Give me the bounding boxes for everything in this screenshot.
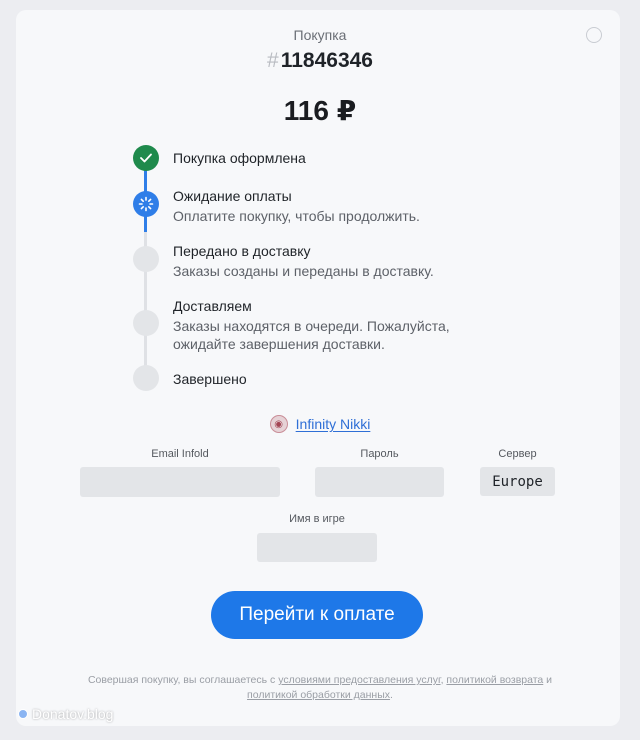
step-title-4: Доставляем	[173, 298, 252, 314]
game-link[interactable]: Infinity Nikki	[296, 416, 371, 432]
watermark-text: Donatov.blog	[32, 706, 114, 722]
ingame-name-field[interactable]	[257, 533, 377, 562]
server-label: Сервер	[498, 448, 537, 460]
watermark: Donatov.blog	[18, 706, 113, 722]
password-label: Пароль	[360, 448, 399, 460]
game-row: ◉ Infinity Nikki	[0, 415, 640, 433]
legal-text: Совершая покупку, вы соглашаетесь с	[87, 674, 279, 686]
pay-button[interactable]: Перейти к оплате	[211, 591, 423, 639]
step-pending-icon	[133, 365, 159, 391]
terms-link[interactable]: условиями предоставления услуг	[278, 674, 440, 686]
email-label: Email Infold	[151, 448, 209, 460]
hash-symbol: #	[267, 49, 279, 72]
legal-text: .	[390, 689, 393, 701]
step-desc-2: Оплатите покупку, чтобы продолжить.	[173, 208, 420, 224]
password-field[interactable]	[315, 467, 444, 497]
order-number: 11846346	[280, 49, 373, 72]
refund-link[interactable]: политикой возврата	[446, 674, 543, 686]
step-title-2: Ожидание оплаты	[173, 188, 292, 204]
step-loading-spinner-icon	[133, 191, 159, 217]
email-field[interactable]	[80, 467, 280, 497]
step-desc-4: Заказы находятся в очереди. Пожалуйста, …	[173, 318, 450, 352]
step-pending-icon	[133, 310, 159, 336]
game-avatar-icon: ◉	[269, 415, 288, 433]
watermark-dot-icon	[18, 709, 28, 719]
order-id: #11846346	[0, 49, 640, 73]
step-title-1: Покупка оформлена	[173, 150, 306, 166]
order-price: 116 ₽	[283, 95, 357, 126]
legal-notice: Совершая покупку, вы соглашаетесь с усло…	[60, 673, 580, 703]
step-desc-3: Заказы созданы и переданы в доставку.	[173, 263, 434, 279]
server-select[interactable]: Europe	[480, 467, 555, 496]
step-title-5: Завершено	[173, 371, 247, 387]
step-title-3: Передано в доставку	[173, 243, 311, 259]
legal-text: и	[543, 674, 553, 686]
step-done-check-icon	[133, 145, 159, 171]
purchase-label: Покупка	[293, 27, 347, 43]
privacy-link[interactable]: политикой обработки данных	[247, 689, 390, 701]
step-pending-icon	[133, 246, 159, 272]
ingame-name-label: Имя в игре	[289, 513, 345, 525]
